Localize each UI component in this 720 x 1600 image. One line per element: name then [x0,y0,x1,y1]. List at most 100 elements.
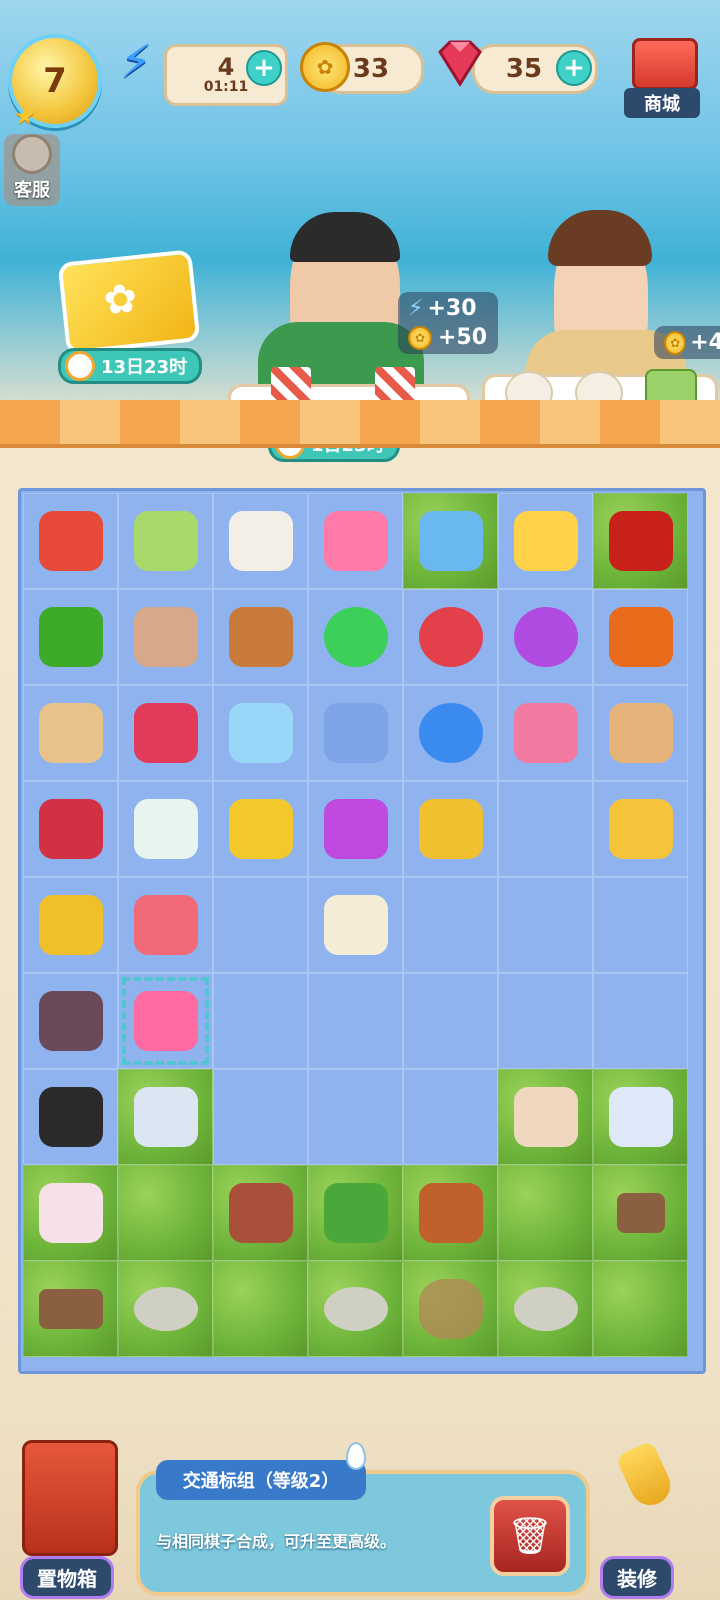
board-cell[interactable] [23,1165,118,1261]
board-cell[interactable] [308,781,403,877]
gold-coin-item[interactable] [418,799,483,859]
board-cell[interactable] [308,1165,403,1261]
board-cell[interactable] [593,1165,688,1261]
board-cell[interactable] [403,589,498,685]
board-cell[interactable] [593,685,688,781]
board-cell[interactable] [213,589,308,685]
board-cell[interactable] [23,973,118,1069]
board-cell[interactable] [23,589,118,685]
board-cell[interactable] [403,1261,498,1357]
grass-stump-item[interactable] [616,1193,665,1233]
board-cell[interactable] [403,781,498,877]
board-cell[interactable] [498,1069,593,1165]
grocery-bag-item[interactable] [38,703,103,763]
green-bubble-item[interactable] [323,607,388,667]
corn-cob-item[interactable] [38,895,103,955]
board-cell[interactable] [403,1069,498,1165]
board-cell[interactable] [498,781,593,877]
rock-item[interactable] [513,1287,578,1331]
corn-leaf-item[interactable] [228,799,293,859]
ruby-cluster-item[interactable] [38,799,103,859]
board-cell[interactable] [593,973,688,1069]
rock-item[interactable] [133,1287,198,1331]
cup-item[interactable] [133,799,198,859]
ice-cooler-item[interactable] [418,511,483,571]
board-cell[interactable] [118,781,213,877]
board-cell[interactable] [213,1165,308,1261]
paper-bag-item[interactable] [133,607,198,667]
ruby-gems-item[interactable] [133,703,198,763]
board-cell[interactable] [593,493,688,589]
board-cell[interactable] [23,781,118,877]
info-drop-icon[interactable] [346,1442,366,1470]
board-cell[interactable] [118,877,213,973]
board-cell[interactable] [118,973,213,1069]
board-cell[interactable] [498,493,593,589]
board-cell[interactable] [308,493,403,589]
tea-maker-item[interactable] [608,799,673,859]
board-cell[interactable] [213,493,308,589]
purple-chest-item[interactable] [323,799,388,859]
teapot-item[interactable] [608,1087,673,1147]
mystery-chest-item[interactable] [38,511,103,571]
pink-machine-item[interactable] [513,703,578,763]
cherries-item[interactable] [608,511,673,571]
barrier-item[interactable] [133,895,198,955]
board-cell[interactable] [403,877,498,973]
water-bucket-item[interactable] [513,511,578,571]
shop-button[interactable]: 商城 [624,34,700,118]
board-cell[interactable] [213,877,308,973]
empty-bowl-item[interactable] [133,1087,198,1147]
board-cell[interactable] [498,1165,593,1261]
board-cell[interactable] [118,1261,213,1357]
board-cell[interactable] [118,685,213,781]
steamed-bun-item[interactable] [323,895,388,955]
tan-cat-item[interactable] [608,703,673,763]
merge-board[interactable] [18,488,706,1374]
add-energy-button[interactable]: + [246,50,282,86]
cake-item[interactable] [38,1183,103,1243]
board-cell[interactable] [213,1069,308,1165]
board-cell[interactable] [23,685,118,781]
board-cell[interactable] [23,1261,118,1357]
tuxedo-cat-item[interactable] [38,1087,103,1147]
add-gem-button[interactable]: + [556,50,592,86]
board-cell[interactable] [118,589,213,685]
board-cell[interactable] [593,1261,688,1357]
board-cell[interactable] [308,1069,403,1165]
board-cell[interactable] [498,877,593,973]
board-cell[interactable] [308,589,403,685]
board-cell[interactable] [498,685,593,781]
board-cell[interactable] [213,973,308,1069]
blue-bubble-item[interactable] [418,703,483,763]
event-ticket-button[interactable]: ✿ [57,249,201,355]
purple-bubble-item[interactable] [513,607,578,667]
hourglass-item[interactable] [228,607,293,667]
board-cell[interactable] [403,493,498,589]
juicer-item[interactable] [133,511,198,571]
board-cell[interactable] [308,877,403,973]
board-cell[interactable] [403,1165,498,1261]
board-cell[interactable] [593,1069,688,1165]
board-cell[interactable] [213,781,308,877]
board-cell[interactable] [23,1069,118,1165]
stew-bowl-item[interactable] [228,1183,293,1243]
board-cell[interactable] [308,973,403,1069]
board-cell[interactable] [498,973,593,1069]
board-cell[interactable] [23,877,118,973]
board-cell[interactable] [118,493,213,589]
board-cell[interactable] [118,1069,213,1165]
board-cell[interactable] [213,685,308,781]
board-cell[interactable] [403,973,498,1069]
ice-bowl-item[interactable] [228,703,293,763]
decorate-button[interactable] [608,1440,684,1532]
customer-service-button[interactable]: 客服 [4,134,60,206]
board-cell[interactable] [118,1165,213,1261]
crabs-plate-item[interactable] [608,607,673,667]
green-pepper-item[interactable] [38,607,103,667]
board-cell[interactable] [213,1261,308,1357]
board-cell[interactable] [593,781,688,877]
red-bubble-item[interactable] [418,607,483,667]
traffic-cones-item[interactable] [133,991,198,1051]
trash-button[interactable]: 🗑 [490,1496,570,1576]
